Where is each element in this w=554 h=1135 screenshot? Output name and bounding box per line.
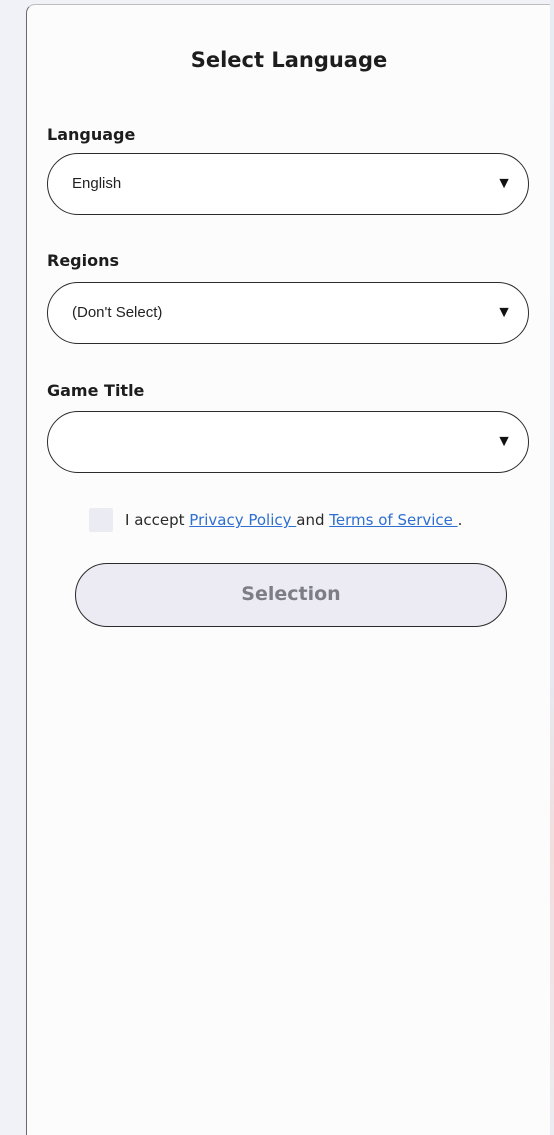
- chevron-down-icon: ▼: [496, 304, 512, 321]
- consent-suffix: .: [457, 511, 463, 529]
- selection-button[interactable]: Selection: [75, 563, 507, 627]
- chevron-down-icon: ▼: [496, 175, 512, 192]
- consent-text: I accept Privacy Policy and Terms of Ser…: [125, 511, 462, 529]
- regions-select[interactable]: (Don't Select) ▼: [47, 282, 529, 344]
- terms-of-service-link[interactable]: Terms of Service: [329, 511, 457, 529]
- language-label: Language: [47, 125, 136, 144]
- language-selection-panel: Select Language Language English ▼ Regio…: [26, 4, 550, 1135]
- consent-prefix: I accept: [125, 511, 190, 529]
- privacy-policy-link[interactable]: Privacy Policy: [189, 511, 296, 529]
- game-title-label: Game Title: [47, 381, 145, 400]
- accept-checkbox[interactable]: [89, 508, 113, 532]
- consent-row: I accept Privacy Policy and Terms of Ser…: [89, 507, 462, 533]
- page-title: Select Language: [190, 48, 388, 72]
- regions-label: Regions: [47, 251, 120, 270]
- chevron-down-icon: ▼: [496, 433, 512, 450]
- language-select[interactable]: English ▼: [47, 153, 529, 215]
- background-strip: [550, 0, 554, 1135]
- game-title-select[interactable]: ▼: [47, 411, 529, 473]
- regions-select-value: (Don't Select): [72, 304, 163, 321]
- consent-middle: and: [296, 511, 330, 529]
- language-select-value: English: [72, 175, 122, 192]
